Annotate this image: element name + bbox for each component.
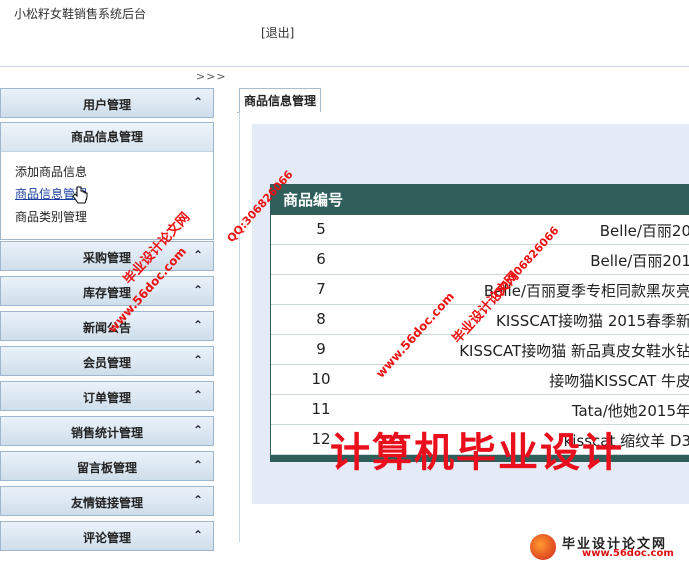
product-table: 商品编号 5 Belle/百丽20 6 Belle/百丽201 7 Belle/百丽夏季专… xyxy=(270,184,689,462)
menu-label: 留言板管理 xyxy=(76,461,137,475)
menu-guestbook[interactable]: 留言板管理 ⌃ xyxy=(0,451,214,481)
chevron-up-icon: ⌃ xyxy=(192,248,203,262)
menu-purchase[interactable]: 采购管理 ⌃ xyxy=(0,241,214,271)
menu-label: 库存管理 xyxy=(82,286,131,300)
app-title: 小松籽女鞋销售系统后台 xyxy=(14,7,147,21)
menu-label: 用户管理 xyxy=(82,98,131,112)
footer-logo-url: www.56doc.com xyxy=(582,548,674,559)
menu-label: 新闻公告 xyxy=(82,321,131,335)
product-name-cell: Belle/百丽夏季专柜同款黑灰亮 xyxy=(483,282,689,300)
table-row[interactable]: 6 Belle/百丽201 xyxy=(271,245,689,275)
menu-comments[interactable]: 评论管理 ⌃ xyxy=(0,521,214,551)
submenu-product-info: 商品信息管理 添加商品信息 商品信息管理 商品类别管理 xyxy=(0,122,214,240)
menu-user-management[interactable]: 用户管理 ⌃ xyxy=(0,88,214,118)
chevron-up-icon: ⌃ xyxy=(192,493,203,507)
logout-link[interactable]: [退出] xyxy=(261,24,294,41)
product-name-cell: kisscat 缩纹羊 D3 xyxy=(563,432,689,450)
submenu-item-add-product[interactable]: 添加商品信息 xyxy=(15,163,87,180)
product-name-cell: 接吻猫KISSCAT 牛皮 xyxy=(549,372,689,390)
sidebar-collapse-toggle[interactable]: >>> xyxy=(196,70,227,83)
chevron-up-icon: ⌃ xyxy=(192,283,203,297)
menu-label: 会员管理 xyxy=(82,356,131,370)
menu-sales-stats[interactable]: 销售统计管理 ⌃ xyxy=(0,416,214,446)
hand-cursor-icon xyxy=(72,186,88,204)
chevron-up-icon: ⌃ xyxy=(192,458,203,472)
footer-logo: 毕业设计论文网 www.56doc.com xyxy=(522,532,689,561)
content-area: 商品编号 5 Belle/百丽20 6 Belle/百丽201 7 Belle/百丽夏季专… xyxy=(239,112,689,542)
product-id-cell: 12 xyxy=(311,430,331,448)
product-name-cell: Belle/百丽201 xyxy=(590,252,689,270)
table-row[interactable]: 5 Belle/百丽20 xyxy=(271,215,689,245)
table-row[interactable]: 11 Tata/他她2015年 xyxy=(271,395,689,425)
chevron-up-icon: ⌃ xyxy=(192,318,203,332)
menu-label: 销售统计管理 xyxy=(70,426,143,440)
table-row[interactable]: 12 kisscat 缩纹羊 D3 xyxy=(271,425,689,455)
chevron-up-icon: ⌃ xyxy=(192,423,203,437)
product-id-cell: 6 xyxy=(316,250,326,268)
table-row[interactable]: 9 KISSCAT接吻猫 新品真皮女鞋水钻 xyxy=(271,335,689,365)
menu-label: 评论管理 xyxy=(82,531,131,545)
product-name-cell: KISSCAT接吻猫 新品真皮女鞋水钻 xyxy=(459,342,689,360)
main-content: 商品信息管理 商品编号 5 Belle/百丽20 6 Belle/百丽201 7 Bell… xyxy=(237,86,689,561)
product-name-cell: Belle/百丽20 xyxy=(599,222,689,240)
header-divider xyxy=(0,66,689,67)
sidebar: 用户管理 ⌃ 商品信息管理 添加商品信息 商品信息管理 商品类别管理 采购管理 … xyxy=(0,84,218,561)
logo-icon xyxy=(530,534,556,560)
product-id-cell: 11 xyxy=(311,400,331,418)
chevron-up-icon: ⌃ xyxy=(192,528,203,542)
product-name-cell: Tata/他她2015年 xyxy=(571,402,689,420)
table-header-product-id[interactable]: 商品编号 xyxy=(271,185,689,215)
menu-inventory[interactable]: 库存管理 ⌃ xyxy=(0,276,214,306)
product-id-cell: 9 xyxy=(316,340,326,358)
table-row[interactable]: 8 KISSCAT接吻猫 2015春季新 xyxy=(271,305,689,335)
tab-product-management[interactable]: 商品信息管理 xyxy=(239,88,322,112)
chevron-up-icon: ⌃ xyxy=(192,388,203,402)
chevron-up-icon: ⌃ xyxy=(192,353,203,367)
content-panel: 商品编号 5 Belle/百丽20 6 Belle/百丽201 7 Belle/百丽夏季专… xyxy=(252,124,689,504)
table-footer xyxy=(271,455,689,461)
product-id-cell: 8 xyxy=(316,310,326,328)
menu-members[interactable]: 会员管理 ⌃ xyxy=(0,346,214,376)
chevron-up-icon: ⌃ xyxy=(192,95,203,109)
table-row[interactable]: 10 接吻猫KISSCAT 牛皮 xyxy=(271,365,689,395)
submenu-header[interactable]: 商品信息管理 xyxy=(1,123,213,152)
menu-label: 订单管理 xyxy=(82,391,131,405)
product-name-cell: KISSCAT接吻猫 2015春季新 xyxy=(496,312,689,330)
product-id-cell: 7 xyxy=(316,280,326,298)
sidebar-toggle-bar: >>> xyxy=(0,68,232,84)
product-id-cell: 5 xyxy=(316,220,326,238)
tab-strip: 商品信息管理 xyxy=(237,88,689,113)
menu-label: 友情链接管理 xyxy=(70,496,143,510)
submenu-item-category-management[interactable]: 商品类别管理 xyxy=(15,208,87,225)
menu-orders[interactable]: 订单管理 ⌃ xyxy=(0,381,214,411)
menu-news[interactable]: 新闻公告 ⌃ xyxy=(0,311,214,341)
product-id-cell: 10 xyxy=(311,370,331,388)
menu-label: 采购管理 xyxy=(82,251,131,265)
table-row[interactable]: 7 Belle/百丽夏季专柜同款黑灰亮 xyxy=(271,275,689,305)
menu-friend-links[interactable]: 友情链接管理 ⌃ xyxy=(0,486,214,516)
header: 小松籽女鞋销售系统后台 [退出] xyxy=(0,0,689,66)
